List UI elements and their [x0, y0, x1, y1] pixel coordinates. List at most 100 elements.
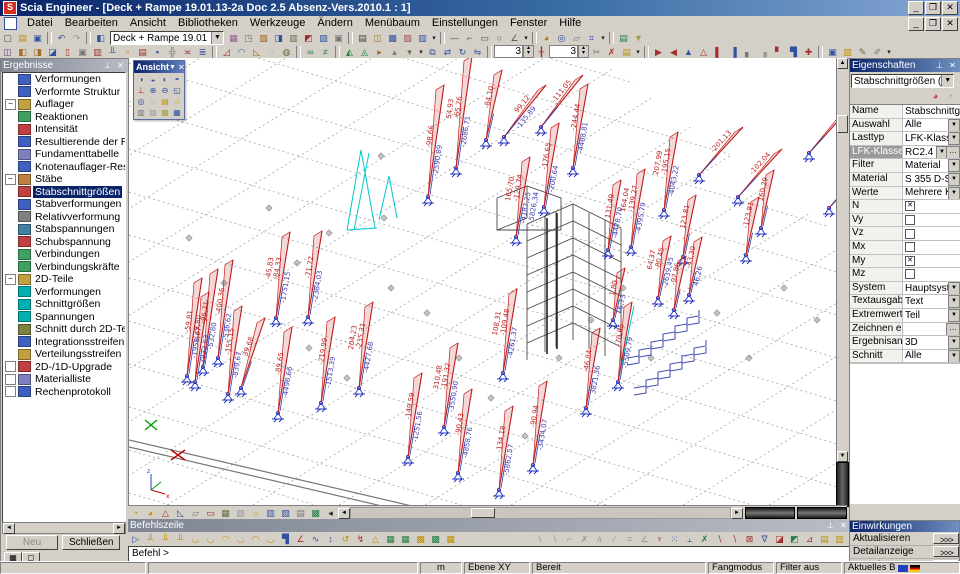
- tree-item-stabschnittgrößen[interactable]: Stabschnittgrößen: [3, 186, 125, 199]
- property-row-lfk-klasse[interactable]: LFK-KlasseRC2.4 Rampe▼…: [850, 146, 960, 160]
- status-current-layer[interactable]: Aktuelles B: [844, 562, 960, 574]
- column-diagram[interactable]: -84,33-45,83-1751,15: [264, 232, 292, 327]
- menu-einstellungen[interactable]: Einstellungen: [426, 16, 504, 31]
- cursor-snap-icon[interactable]: ♆: [652, 533, 667, 545]
- scroll-right-icon[interactable]: ►: [731, 508, 743, 519]
- load-my-icon[interactable]: ◡: [188, 533, 203, 545]
- property-row-name[interactable]: NameStabschnittgrößen: [850, 105, 960, 119]
- chevron-down-icon[interactable]: ▼: [948, 187, 960, 200]
- wall-icon[interactable]: ▯: [60, 46, 75, 58]
- flag2-icon[interactable]: ▜: [278, 533, 293, 545]
- column-diagram[interactable]: -90,94-3434,07: [527, 381, 549, 474]
- load-w-icon[interactable]: ◡: [263, 533, 278, 545]
- column-diagrams[interactable]: -59,81-1958,07-95,71-532,80-400,36-536,6…: [181, 58, 837, 499]
- tree-item-schnittgrößen[interactable]: Schnittgrößen: [3, 298, 125, 311]
- lasso-icon[interactable]: ◠: [234, 46, 249, 58]
- chevron-down-icon[interactable]: ▼: [169, 64, 176, 71]
- tree-node[interactable]: [5, 374, 16, 385]
- ellipsis-button[interactable]: …: [946, 323, 960, 336]
- property-value[interactable]: 3D▼: [903, 336, 960, 349]
- gallery-icon[interactable]: ▩: [385, 32, 400, 44]
- property-row-system[interactable]: SystemHauptsystem▼: [850, 282, 960, 296]
- shadow-icon[interactable]: ▨: [233, 507, 248, 519]
- node-marker[interactable]: [746, 355, 753, 362]
- menu-datei[interactable]: Datei: [21, 16, 59, 31]
- status-snapmode[interactable]: Fangmodus: [708, 562, 774, 574]
- hatch-icon[interactable]: ▤: [293, 507, 308, 519]
- load-n-icon[interactable]: ╨: [143, 533, 158, 545]
- menu-menübaum[interactable]: Menübaum: [359, 16, 426, 31]
- node-marker[interactable]: [344, 375, 351, 382]
- property-value[interactable]: Alle▼: [903, 350, 960, 363]
- chevron-down-icon[interactable]: ▾: [430, 34, 438, 42]
- render-icon[interactable]: ▩: [159, 107, 171, 118]
- zoom-all-icon[interactable]: ◎: [135, 96, 147, 107]
- status-unit[interactable]: m: [420, 562, 462, 574]
- pan-control-horizontal-2[interactable]: [797, 507, 847, 519]
- tree-item-stäbe[interactable]: −Stäbe: [3, 173, 125, 186]
- new-button[interactable]: Neu: [6, 535, 58, 550]
- property-value[interactable]: [903, 227, 960, 240]
- move-icon[interactable]: ⇄: [440, 46, 455, 58]
- perspective-icon[interactable]: ▧: [278, 507, 293, 519]
- folder-icon[interactable]: ▤: [159, 96, 171, 107]
- table4-icon[interactable]: ▩: [428, 533, 443, 545]
- collapse-icon[interactable]: −: [5, 174, 16, 185]
- snap6-icon[interactable]: ◩: [787, 533, 802, 545]
- toolbar-icon[interactable]: ▦: [226, 32, 241, 44]
- hinge-icon[interactable]: ▫: [120, 46, 135, 58]
- view-top-icon[interactable]: ◒: [147, 74, 159, 85]
- updown-icon[interactable]: ↕: [323, 533, 338, 545]
- flag-icon[interactable]: ▜: [786, 46, 801, 58]
- paint-icon[interactable]: ◕: [539, 32, 554, 44]
- arrow-left-icon[interactable]: ◂: [323, 507, 338, 519]
- node-marker[interactable]: [424, 310, 431, 317]
- property-row-material[interactable]: MaterialS 355 D-Stütze▼: [850, 173, 960, 187]
- node-marker[interactable]: [488, 395, 495, 402]
- toolbar-icon[interactable]: ▸: [372, 46, 387, 58]
- property-value[interactable]: ✕: [903, 200, 960, 213]
- toolbar-icon[interactable]: ◩: [301, 32, 316, 44]
- pan-control-vertical[interactable]: [836, 462, 849, 507]
- tree-item-verbindungen[interactable]: Verbindungen: [3, 248, 125, 261]
- property-value[interactable]: RC2.4 Rampe▼…: [903, 146, 960, 159]
- checkbox-unchecked[interactable]: [905, 215, 915, 225]
- results-tree-hscrollbar[interactable]: ◄ ►: [2, 522, 126, 534]
- tree-item-2d-teile[interactable]: −2D-Teile: [3, 273, 125, 286]
- collapse-icon[interactable]: −: [5, 99, 16, 110]
- zoom-prev-icon[interactable]: ◌: [147, 96, 159, 107]
- property-row-my[interactable]: My✕: [850, 255, 960, 269]
- link-icon[interactable]: ∞: [303, 46, 318, 58]
- checkbox-unchecked[interactable]: [905, 229, 915, 239]
- menu-bibliotheken[interactable]: Bibliotheken: [172, 16, 244, 31]
- snap7-icon[interactable]: ⊿: [802, 533, 817, 545]
- property-row-ergebnisanz-[interactable]: Ergebnisanz...3D▼: [850, 336, 960, 350]
- chevron-down-icon[interactable]: ▼: [948, 159, 960, 172]
- menu-ansicht[interactable]: Ansicht: [124, 16, 172, 31]
- tree-item-verteilungsstreifen[interactable]: Verteilungsstreifen: [3, 348, 125, 361]
- scroll-down-icon[interactable]: ▼: [837, 451, 848, 462]
- support-icon[interactable]: ╨: [105, 46, 120, 58]
- refresh2-icon[interactable]: ↺: [338, 533, 353, 545]
- view-rotate-icon[interactable]: ◑: [135, 74, 147, 85]
- tree-item-schnitt-durch-2d-teil[interactable]: Schnitt durch 2D-Teil: [3, 323, 125, 336]
- toolbar-icon[interactable]: ▾: [402, 46, 417, 58]
- detailanzeige-button[interactable]: >>>: [933, 546, 959, 557]
- angle-icon[interactable]: ∠: [507, 32, 522, 44]
- toolbar-icon[interactable]: ✂: [589, 46, 604, 58]
- clip-icon[interactable]: ▦: [218, 507, 233, 519]
- property-row-vz[interactable]: Vz: [850, 227, 960, 241]
- checkbox-checked[interactable]: ✕: [905, 256, 915, 266]
- property-row-auswahl[interactable]: AuswahlAlle▼: [850, 119, 960, 133]
- node-marker[interactable]: [381, 215, 388, 222]
- load-vy-icon[interactable]: ╨: [158, 533, 173, 545]
- print-view-icon[interactable]: ▥: [135, 107, 147, 118]
- copy-icon[interactable]: ⧉: [425, 46, 440, 58]
- status-plane[interactable]: Ebene XY: [464, 562, 530, 574]
- property-value[interactable]: Stabschnittgrößen: [903, 105, 960, 118]
- load-g-icon[interactable]: ◡: [233, 533, 248, 545]
- chevron-down-icon[interactable]: ▼: [941, 75, 953, 87]
- column-diagram[interactable]: -176,65-200,64: [538, 123, 560, 216]
- tree-item-spannungen[interactable]: Spannungen: [3, 311, 125, 324]
- node-icon[interactable]: ▪: [150, 46, 165, 58]
